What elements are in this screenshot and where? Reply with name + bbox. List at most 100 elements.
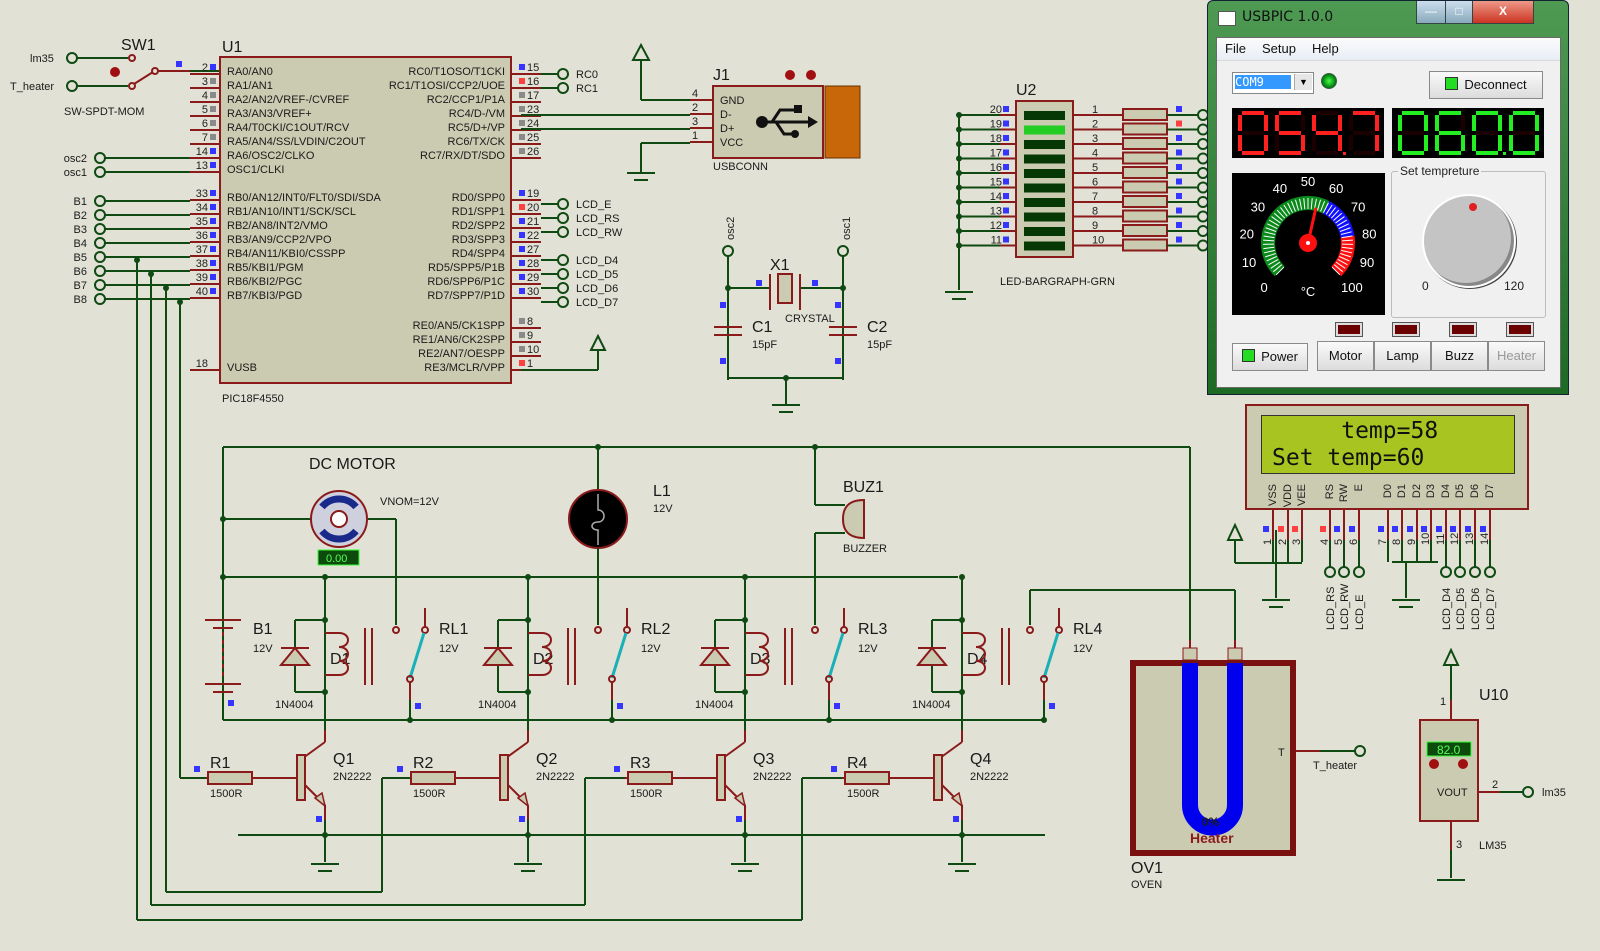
terminal-b5[interactable] <box>94 251 106 263</box>
menu-setup[interactable]: Setup <box>1254 38 1304 59</box>
lcd-terminal[interactable] <box>1338 566 1350 578</box>
lcd-terminal[interactable] <box>1324 566 1336 578</box>
relay-switch <box>610 632 628 679</box>
terminal-lcd_rs[interactable] <box>557 212 569 224</box>
c1-ref: C1 <box>752 319 773 336</box>
heater-percent: 0% <box>1202 815 1220 829</box>
motor-button[interactable]: Motor <box>1317 341 1374 371</box>
terminal-osc1[interactable] <box>94 166 106 178</box>
terminal-osc2-x1[interactable] <box>722 245 734 257</box>
terminal-osc2[interactable] <box>94 152 106 164</box>
u10-terminal: lm35 <box>1542 787 1566 799</box>
seven-seg-segment <box>1275 115 1279 131</box>
transistor-icon <box>499 754 509 801</box>
lcd-terminal[interactable] <box>1469 566 1481 578</box>
menu-file[interactable]: File <box>1217 38 1254 59</box>
terminal-lcd_d5[interactable] <box>557 268 569 280</box>
seven-seg-segment <box>1476 111 1498 115</box>
seven-seg-segment <box>1353 151 1375 155</box>
lcd-pin-name: D6 <box>1469 484 1481 499</box>
power-button[interactable]: Power <box>1232 343 1308 371</box>
transistor-ref: Q2 <box>536 751 557 768</box>
sw1-type: SW-SPDT-MOM <box>64 106 144 118</box>
driver-circuit: DC MOTOR VNOM=12V 0.00 L1 12V BUZ1 BUZZE… <box>194 444 1236 872</box>
terminal-b7[interactable] <box>94 279 106 291</box>
gauge-tick-label: 10 <box>1242 255 1256 270</box>
terminal-b2[interactable] <box>94 209 106 221</box>
seven-seg-segment <box>1439 151 1461 155</box>
set-temperature-knob[interactable] <box>1422 194 1516 288</box>
terminal-lcd_d4[interactable] <box>557 254 569 266</box>
terminal-lm35-out[interactable] <box>1522 786 1534 798</box>
diode-icon <box>481 646 515 666</box>
terminal-b4[interactable] <box>94 237 106 249</box>
terminal-t-heater-out[interactable] <box>1354 745 1366 757</box>
u1-pin-num: 3 <box>202 76 208 88</box>
terminal-lcd_rw[interactable] <box>557 226 569 238</box>
lamp-button[interactable]: Lamp <box>1374 341 1431 371</box>
close-button[interactable]: X <box>1472 1 1534 24</box>
ov1-pin-t: T <box>1278 747 1285 759</box>
relay-value: 12V <box>439 643 459 655</box>
lcd-pin-name: RW <box>1338 484 1350 503</box>
lcd-terminal[interactable] <box>1484 566 1496 578</box>
terminal-osc1-x1[interactable] <box>837 245 849 257</box>
deconnect-button[interactable]: Deconnect <box>1429 71 1543 99</box>
terminal-t-heater[interactable] <box>66 80 78 92</box>
terminal-lcd_e[interactable] <box>557 198 569 210</box>
lcd-terminal-label: LCD_D6 <box>1470 588 1482 630</box>
seven-seg-segment <box>1264 135 1268 151</box>
terminal-rc0[interactable] <box>557 68 569 80</box>
terminal-b8[interactable] <box>94 293 106 305</box>
heater-button[interactable]: Heater <box>1488 341 1545 371</box>
port-select[interactable]: COM9 ▼ <box>1232 72 1314 94</box>
resistor <box>1122 224 1168 237</box>
gauge-tick-label: 100 <box>1341 280 1363 295</box>
terminal-label: B8 <box>74 294 87 306</box>
terminal-lcd_d6[interactable] <box>557 282 569 294</box>
u1-pin-num: 27 <box>527 244 539 256</box>
buzz-indicator <box>1449 322 1477 337</box>
buzz-button[interactable]: Buzz <box>1431 341 1488 371</box>
resistor-icon <box>844 771 890 785</box>
menu-help[interactable]: Help <box>1304 38 1347 59</box>
lcd-terminal[interactable] <box>1454 566 1466 578</box>
lm35-increase-button[interactable] <box>1458 759 1468 769</box>
relay-ref: RL2 <box>641 621 670 638</box>
u1-pin-name: RC7/RX/DT/SDO <box>420 150 505 162</box>
terminal-b3[interactable] <box>94 223 106 235</box>
lcd-screen: temp=58 Set temp=60 <box>1261 415 1515 474</box>
sw1-toggle-button[interactable] <box>110 67 120 77</box>
lcd-terminal[interactable] <box>1440 566 1452 578</box>
seven-seg-segment <box>1301 135 1305 151</box>
terminal-label: RC1 <box>576 83 598 95</box>
terminal-label: B5 <box>74 252 87 264</box>
j1-usb-connector: J1 USBCONN 4 GND 2 D- 3 D+ 1 VCC <box>521 42 861 181</box>
terminal-lcd_d7[interactable] <box>557 296 569 308</box>
sw1[interactable]: SW1 SW-SPDT-MOM lm35 T_heater <box>10 37 220 118</box>
resistor <box>1122 209 1168 223</box>
terminal-b6[interactable] <box>94 265 106 277</box>
terminal-rc1[interactable] <box>557 82 569 94</box>
terminal-label: osc1 <box>64 167 87 179</box>
lcd-pin-name: RS <box>1324 484 1336 500</box>
terminal-label: osc2 <box>64 153 87 165</box>
connection-status-led <box>1321 73 1337 89</box>
minimize-button[interactable]: — <box>1416 1 1446 24</box>
terminal-label: B1 <box>74 196 87 208</box>
window-title: USBPIC 1.0.0 <box>1242 9 1334 25</box>
u1-pin-num: 19 <box>527 188 539 200</box>
j1-pin-num: 4 <box>692 88 698 100</box>
u10-lm35[interactable]: 1 U10 82.0 VOUT 2 lm35 3 LM35 <box>1419 647 1566 881</box>
c2-ref: C2 <box>867 319 888 336</box>
lcd-terminal[interactable] <box>1353 566 1365 578</box>
seven-seg-segment <box>1312 115 1316 131</box>
u1-pin-num: 13 <box>196 160 208 172</box>
u1-pin-name: RC0/T1OSO/T1CKI <box>408 66 505 78</box>
terminal-b1[interactable] <box>94 195 106 207</box>
terminal-lm35[interactable] <box>66 52 78 64</box>
u1-pin-name: RB2/AN8/INT2/VMO <box>227 220 328 232</box>
maximize-button[interactable]: □ <box>1445 1 1473 24</box>
chevron-down-icon[interactable]: ▼ <box>1294 74 1312 90</box>
lm35-decrease-button[interactable] <box>1429 759 1439 769</box>
